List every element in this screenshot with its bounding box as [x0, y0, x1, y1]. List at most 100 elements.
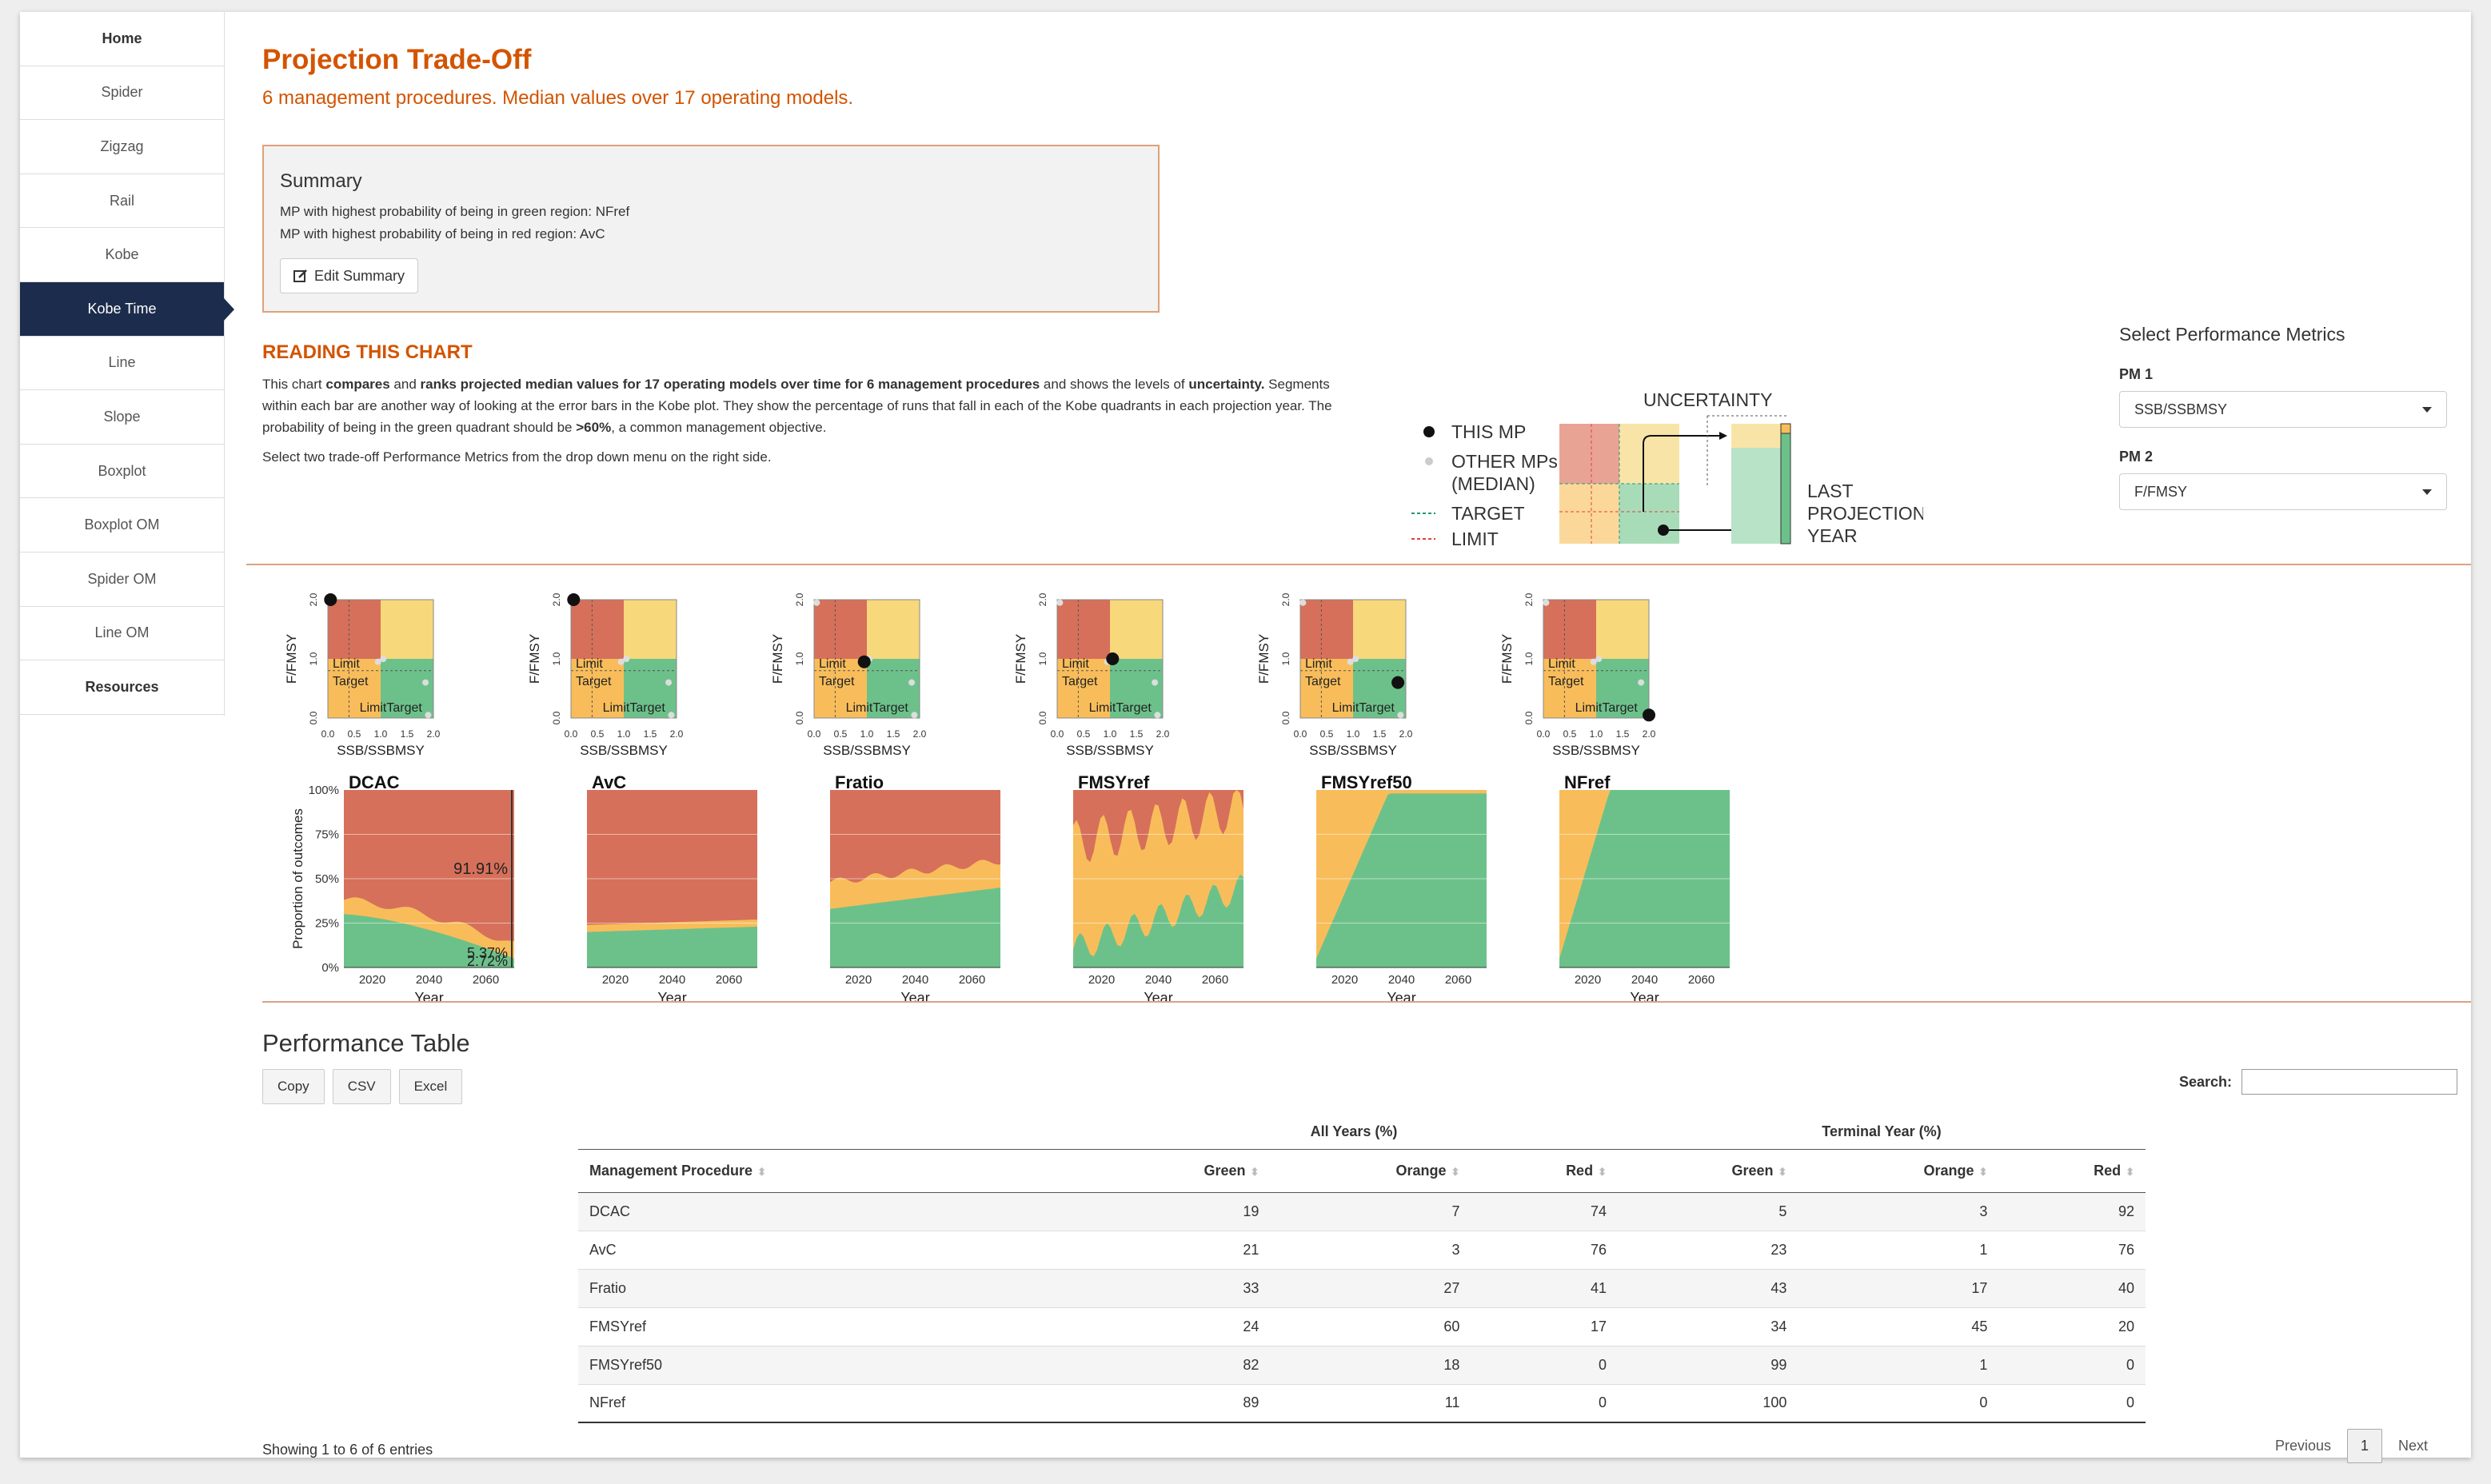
other-mp-point	[1154, 712, 1161, 719]
kobe-label-target: Target	[1062, 675, 1098, 688]
kobe-label-target: Target	[819, 675, 855, 688]
other-mp-point	[908, 679, 916, 686]
table-cell: 34	[1617, 1306, 1798, 1346]
y-tick-label: 0.0	[1280, 711, 1291, 724]
summary-line-red: MP with highest probability of being in …	[280, 226, 605, 241]
kobe-ylabel: F/FMSY	[284, 634, 299, 684]
y-tick-label: 1.0	[551, 652, 562, 665]
column-header-management-procedure[interactable]: Management Procedure ⬍	[578, 1148, 1090, 1193]
other-mp-point	[1638, 679, 1645, 686]
summary-panel: Summary MP with highest probability of b…	[262, 145, 1160, 313]
mp-title: AvC	[592, 772, 626, 792]
x-axis-label: Year	[900, 990, 929, 1006]
legend-this-mp: THIS MP	[1451, 421, 1526, 442]
page-title: Projection Trade-Off	[262, 44, 532, 75]
app-window: Home Spider Zigzag Rail Kobe Kobe Time Line Slo…	[20, 12, 2471, 1463]
time-chart-avc: AvC 2020 2040 2060 Year	[587, 772, 757, 1006]
x-tick-label: 0.0	[808, 728, 821, 740]
kobe-label-limit-target: LimitTarget	[603, 701, 666, 715]
table-cell-mp: FMSYref	[578, 1306, 1090, 1346]
page-1-button[interactable]: 1	[2347, 1429, 2383, 1463]
sort-icon: ⬍	[1451, 1165, 1460, 1178]
column-header-red[interactable]: Red ⬍	[1998, 1148, 2146, 1193]
kobe-chart-fratio: LimitTargetLimitTarget0.0 0.5 1.0 1.5 2.00.0…	[770, 592, 927, 758]
table-cell: 76	[1998, 1230, 2146, 1269]
divider	[262, 1001, 2471, 1003]
pm2-value: F/FMSY	[2134, 483, 2187, 500]
kobe-charts-row: LimitTarget LimitTarget 0.0 0.5 1.0 1.5 2.0 0.0…	[284, 592, 1656, 758]
kobe-ylabel: F/FMSY	[1256, 634, 1271, 684]
pm2-label: PM 2	[2119, 449, 2154, 465]
y-tick-label: 0%	[321, 961, 339, 975]
x-tick-label: 2020	[1088, 973, 1115, 987]
table-cell: 3	[1798, 1191, 1999, 1231]
table-cell: 43	[1617, 1268, 1798, 1307]
kobe-label-target: Target	[576, 675, 612, 688]
kobe-xlabel: SSB/SSBMSY	[1309, 743, 1397, 758]
search-input[interactable]	[2242, 1069, 2458, 1095]
chart-legend-diagram: THIS MP OTHER MPs (MEDIAN) TARGET LIMIT	[1411, 389, 1923, 549]
column-header-orange[interactable]: Orange ⬍	[1270, 1148, 1471, 1193]
y-tick-label: 25%	[315, 917, 339, 931]
table-cell-mp: NFref	[578, 1383, 1090, 1423]
pm2-select[interactable]: F/FMSY	[2119, 473, 2447, 510]
x-tick-label: 2060	[959, 973, 985, 987]
other-mp-point	[1543, 599, 1550, 606]
table-cell: 7	[1270, 1191, 1471, 1231]
x-tick-label: 2060	[1202, 973, 1228, 987]
column-header-red[interactable]: Red ⬍	[1471, 1148, 1618, 1193]
table-row: FMSYref50 82 18 0 99 1 0	[578, 1345, 2146, 1384]
other-mp-point	[1056, 599, 1064, 606]
x-tick-label: 1.5	[644, 728, 657, 740]
other-mp-marker	[1425, 457, 1433, 465]
y-tick-label: 0.0	[308, 711, 319, 724]
x-tick-label: 1.0	[860, 728, 874, 740]
pm1-select[interactable]: SSB/SSBMSY	[2119, 391, 2447, 428]
pm1-value: SSB/SSBMSY	[2134, 401, 2228, 417]
x-tick-label: 0.5	[1320, 728, 1334, 740]
table-cell: 1	[1798, 1345, 1999, 1384]
reading-title: READING THIS CHART	[262, 341, 473, 363]
copy-button[interactable]: Copy	[262, 1069, 325, 1104]
x-tick-label: 2040	[1388, 973, 1415, 987]
kobe-xlabel: SSB/SSBMSY	[1066, 743, 1154, 758]
table-cell: 20	[1998, 1306, 2146, 1346]
kobe-xlabel: SSB/SSBMSY	[337, 743, 425, 758]
table-cell: 24	[1090, 1306, 1271, 1346]
performance-table: All Years (%) Terminal Year (%) Manageme…	[578, 1115, 2146, 1423]
kobe-chart-fmsyref50: LimitTargetLimitTarget0.0 0.5 1.0 1.5 2.00.0…	[1256, 592, 1413, 758]
y-tick-label: 0.0	[1523, 711, 1535, 724]
edit-summary-button[interactable]: Edit Summary	[280, 258, 419, 293]
x-tick-label: 1.5	[1373, 728, 1387, 740]
next-button[interactable]: Next	[2398, 1438, 2428, 1454]
previous-button[interactable]: Previous	[2275, 1438, 2331, 1454]
export-buttons: Copy CSV Excel	[262, 1069, 463, 1104]
kobe-label-limit-target: LimitTarget	[1575, 701, 1639, 715]
green-area	[587, 926, 757, 967]
column-header-green[interactable]: Green ⬍	[1090, 1148, 1271, 1193]
csv-button[interactable]: CSV	[332, 1069, 391, 1104]
excel-button[interactable]: Excel	[398, 1069, 463, 1104]
legend-year: YEAR	[1807, 525, 1858, 546]
column-header-green[interactable]: Green ⬍	[1617, 1148, 1798, 1193]
column-header-orange[interactable]: Orange ⬍	[1798, 1148, 1999, 1193]
kobe-label-target: Target	[333, 675, 369, 688]
summary-title: Summary	[280, 170, 362, 192]
this-mp-point	[857, 655, 871, 668]
y-tick-label: 0.0	[1037, 711, 1048, 724]
x-tick-label: 1.5	[1616, 728, 1630, 740]
y-tick-label: 2.0	[308, 592, 319, 606]
y-tick-label: 50%	[315, 872, 339, 886]
performance-metrics-panel: Select Performance Metrics PM 1 SSB/SSBM…	[2119, 324, 2447, 510]
table-cell: 3	[1270, 1230, 1471, 1269]
table-row: FMSYref 24 60 17 34 45 20	[578, 1306, 2146, 1346]
kobe-ylabel: F/FMSY	[527, 634, 542, 684]
table-cell: 45	[1798, 1306, 1999, 1346]
y-tick-label: 100%	[309, 784, 339, 797]
x-tick-label: 0.0	[1051, 728, 1064, 740]
performance-table-title: Performance Table	[262, 1029, 470, 1057]
table-cell: 99	[1617, 1345, 1798, 1384]
y-tick-label: 1.0	[794, 652, 805, 665]
x-tick-label: 2060	[716, 973, 742, 987]
table-cell: 82	[1090, 1345, 1271, 1384]
